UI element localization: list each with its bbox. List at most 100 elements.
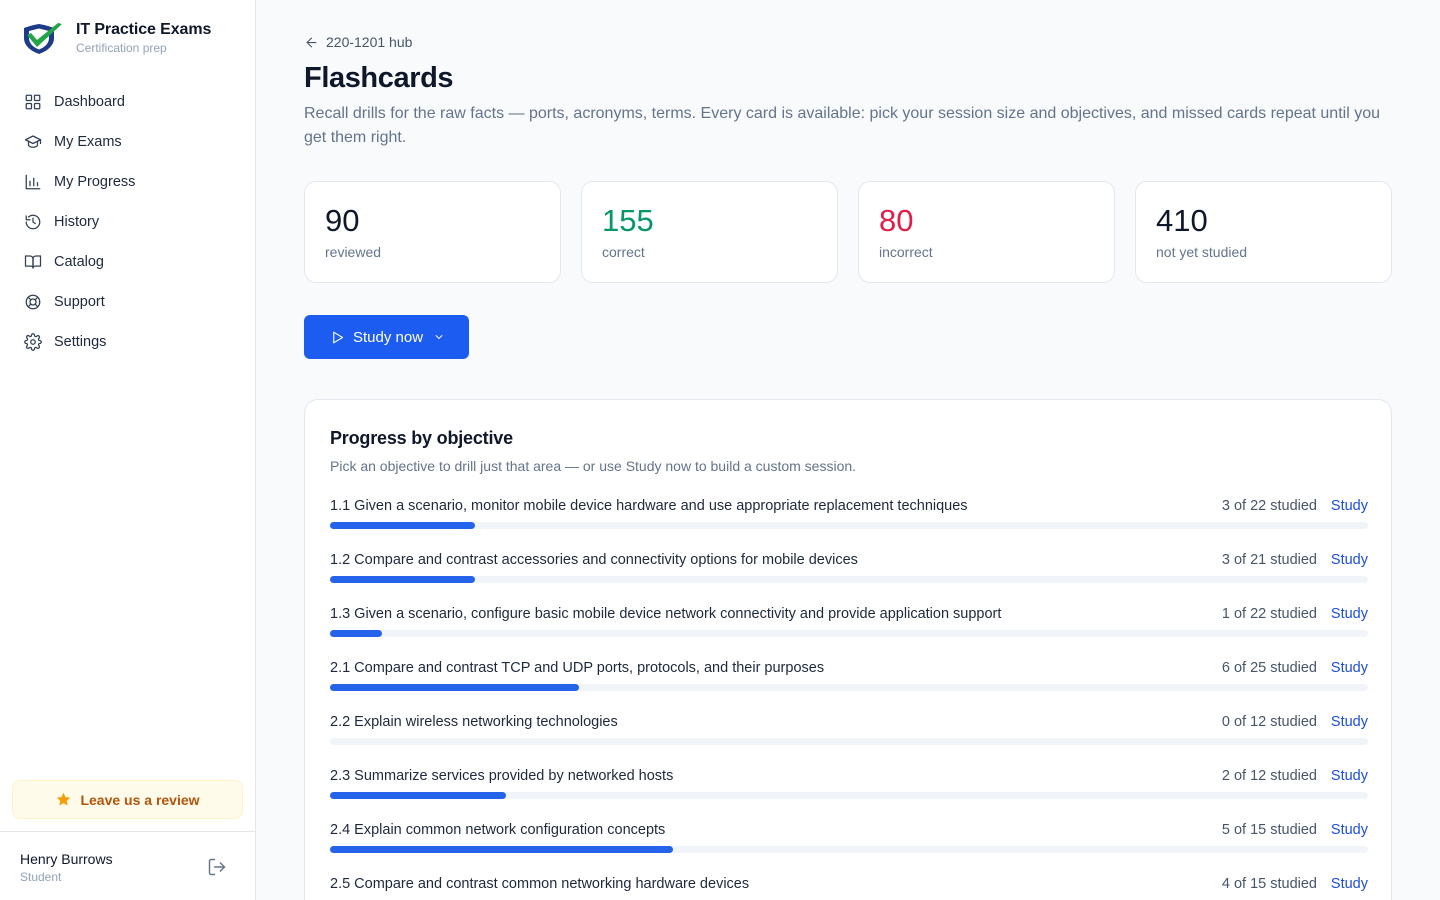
graduation-cap-icon [24, 135, 42, 148]
objective-study-link[interactable]: Study [1331, 660, 1368, 676]
progress-bar-fill [330, 846, 673, 853]
objective-count: 5 of 15 studied [1221, 822, 1317, 838]
sidebar-item-settings[interactable]: Settings [12, 322, 244, 362]
progress-bar [330, 684, 1368, 691]
objective-study-link[interactable]: Study [1331, 552, 1368, 568]
play-icon [333, 331, 344, 343]
objective-name: 2.3 Summarize services provided by netwo… [330, 768, 674, 784]
objective-name: 2.5 Compare and contrast common networki… [330, 876, 750, 892]
sidebar-item-support[interactable]: Support [12, 282, 244, 322]
page-title: Flashcards [304, 62, 454, 94]
brand[interactable]: IT Practice Exams Certification prep [18, 20, 211, 56]
stat-value: 80 [879, 203, 914, 238]
page-description: Recall drills for the raw facts — ports,… [304, 105, 1380, 146]
sidebar: IT Practice Exams Certification prep Das… [0, 0, 256, 900]
objective-row: 2.1 Compare and contrast TCP and UDP por… [330, 658, 1368, 712]
objective-count: 6 of 25 studied [1221, 660, 1317, 676]
objective-row: 1.3 Given a scenario, configure basic mo… [330, 604, 1368, 658]
chevron-down-icon [435, 335, 443, 339]
logout-icon [208, 858, 226, 876]
objective-count: 3 of 21 studied [1221, 552, 1317, 568]
objectives-subtitle: Pick an objective to drill just that are… [330, 458, 857, 474]
progress-bar-fill [330, 576, 476, 583]
sidebar-item-my-exams[interactable]: My Exams [12, 122, 244, 162]
objective-row: 2.2 Explain wireless networking technolo… [330, 712, 1368, 766]
objective-name: 1.1 Given a scenario, monitor mobile dev… [330, 498, 968, 514]
progress-bar-fill [330, 630, 382, 637]
sidebar-item-label: Settings [54, 334, 107, 350]
star-icon [57, 792, 71, 806]
objective-name: 1.2 Compare and contrast accessories and… [330, 552, 858, 568]
objective-study-link[interactable]: Study [1331, 876, 1368, 892]
stat-card-reviewed: 90 reviewed [304, 181, 561, 283]
objective-name: 2.1 Compare and contrast TCP and UDP por… [330, 660, 825, 676]
stat-label: reviewed [325, 244, 382, 260]
sidebar-item-catalog[interactable]: Catalog [12, 242, 244, 282]
sidebar-item-history[interactable]: History [12, 202, 244, 242]
objective-count: 3 of 22 studied [1221, 498, 1317, 514]
book-open-icon [24, 255, 42, 269]
user-role: Student [20, 870, 62, 884]
objective-study-link[interactable]: Study [1331, 768, 1368, 784]
progress-bar-fill [330, 684, 580, 691]
objective-row: 1.1 Given a scenario, monitor mobile dev… [330, 496, 1368, 550]
progress-bar [330, 522, 1368, 529]
objective-row: 2.3 Summarize services provided by netwo… [330, 766, 1368, 820]
objective-count: 4 of 15 studied [1221, 876, 1317, 892]
brand-subtitle: Certification prep [76, 41, 167, 55]
objective-row: 2.5 Compare and contrast common networki… [330, 874, 1368, 900]
sidebar-item-label: Support [54, 294, 105, 310]
back-link-label: 220-1201 hub [326, 34, 413, 50]
objective-study-link[interactable]: Study [1331, 498, 1368, 514]
study-now-button[interactable]: Study now [304, 315, 469, 359]
objective-list: 1.1 Given a scenario, monitor mobile dev… [330, 496, 1368, 900]
logout-button[interactable] [207, 857, 227, 877]
objectives-panel: Progress by objective Pick an objective … [304, 399, 1392, 900]
progress-bar [330, 738, 1368, 745]
stat-value: 90 [325, 203, 360, 238]
objectives-title: Progress by objective [330, 428, 513, 448]
objective-study-link[interactable]: Study [1331, 714, 1368, 730]
stat-value: 410 [1156, 203, 1208, 238]
objective-row: 2.4 Explain common network configuration… [330, 820, 1368, 874]
stat-label: not yet studied [1156, 244, 1248, 260]
stat-label: correct [602, 244, 645, 260]
brand-title: IT Practice Exams [76, 21, 212, 38]
objective-name: 2.4 Explain common network configuration… [330, 822, 666, 838]
progress-bar [330, 792, 1368, 799]
sidebar-item-dashboard[interactable]: Dashboard [12, 82, 244, 122]
back-link[interactable]: 220-1201 hub [304, 34, 412, 50]
gear-icon [24, 333, 42, 351]
sidebar-item-label: History [54, 214, 100, 230]
stats-row: 90 reviewed 155 correct 80 incorrect 410… [304, 181, 1392, 283]
lifebuoy-icon [25, 294, 41, 310]
user-name: Henry Burrows [20, 851, 113, 867]
sidebar-item-label: Catalog [54, 254, 104, 270]
sidebar-item-my-progress[interactable]: My Progress [12, 162, 244, 202]
progress-bar [330, 846, 1368, 853]
objective-count: 0 of 12 studied [1221, 714, 1317, 730]
objective-study-link[interactable]: Study [1331, 822, 1368, 838]
progress-bar [330, 576, 1368, 583]
sidebar-nav: Dashboard My Exams My Progress History C… [12, 82, 244, 362]
objective-row: 1.2 Compare and contrast accessories and… [330, 550, 1368, 604]
objective-study-link[interactable]: Study [1331, 606, 1368, 622]
objective-count: 2 of 12 studied [1221, 768, 1317, 784]
sidebar-item-label: My Progress [54, 174, 136, 190]
stat-label: incorrect [879, 244, 933, 260]
progress-bar-fill [330, 522, 476, 529]
objective-count: 1 of 22 studied [1221, 606, 1317, 622]
stat-card-correct: 155 correct [581, 181, 838, 283]
study-now-label: Study now [353, 328, 424, 346]
leave-review-button[interactable]: Leave us a review [12, 780, 243, 819]
history-icon [25, 214, 41, 230]
bar-chart-icon [25, 174, 41, 190]
progress-bar-fill [330, 792, 507, 799]
brand-logo-icon [24, 23, 62, 54]
sidebar-item-label: Dashboard [54, 94, 125, 110]
stat-value: 155 [602, 203, 654, 238]
grid-icon [25, 94, 41, 110]
sidebar-item-label: My Exams [54, 134, 122, 150]
stat-card-not-studied: 410 not yet studied [1135, 181, 1392, 283]
user-area: Henry Burrows Student [0, 831, 255, 900]
